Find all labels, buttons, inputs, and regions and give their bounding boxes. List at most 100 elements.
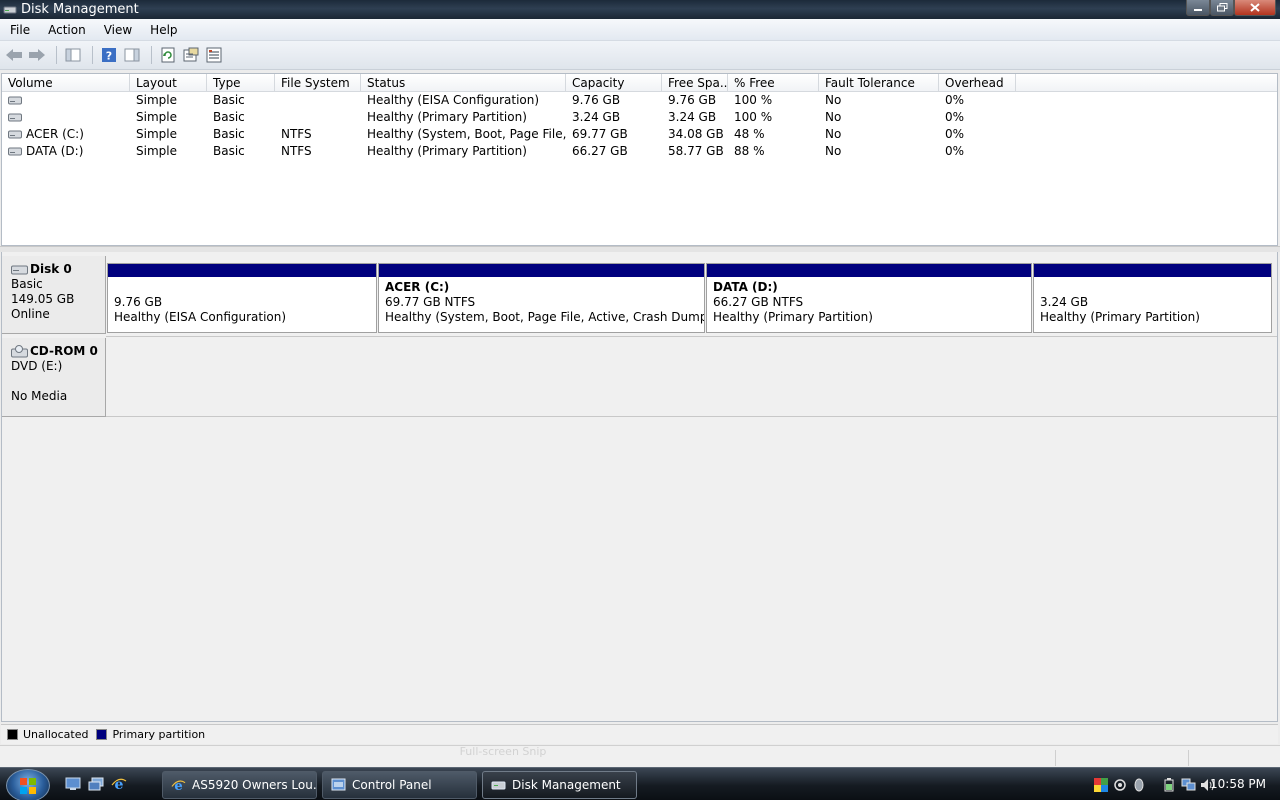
capacity-cell: 3.24 GB: [572, 110, 621, 124]
menu-help[interactable]: Help: [140, 23, 185, 37]
partition-bar: [379, 264, 704, 277]
column-header-capacity[interactable]: Capacity: [566, 74, 662, 91]
title-bar: Disk Management: [0, 0, 1280, 19]
column-header-volume[interactable]: Volume: [2, 74, 130, 91]
drive-icon: [8, 147, 22, 156]
taskbar-item-control-panel[interactable]: Control Panel: [322, 771, 477, 799]
refresh-icon: [161, 47, 175, 63]
partition-bar: [108, 264, 376, 277]
free-space-cell: 34.08 GB: [668, 127, 724, 141]
refresh-button[interactable]: [158, 45, 178, 65]
fault-tolerance-cell: No: [825, 144, 842, 158]
window-title: Disk Management: [21, 2, 139, 17]
capacity-cell: 9.76 GB: [572, 93, 621, 107]
rescan-disks-button[interactable]: [204, 45, 224, 65]
partition-eisa[interactable]: 9.76 GB Healthy (EISA Configuration): [107, 263, 377, 333]
layout-cell: Simple: [136, 127, 177, 141]
capacity-cell: 69.77 GB: [572, 127, 628, 141]
partition-data-d[interactable]: DATA (D:) 66.27 GB NTFS Healthy (Primary…: [706, 263, 1032, 333]
column-header-percent-free[interactable]: % Free: [728, 74, 819, 91]
taskbar-item-ie[interactable]: e AS5920 Owners Lou...: [162, 771, 317, 799]
minimize-button[interactable]: [1186, 0, 1210, 16]
start-button[interactable]: [6, 769, 50, 800]
toolbar-separator: [92, 46, 93, 64]
menu-view[interactable]: View: [94, 23, 140, 37]
quicklaunch-internet-explorer[interactable]: e: [110, 776, 128, 792]
column-header-file-system[interactable]: File System: [275, 74, 361, 91]
capacity-cell: 66.27 GB: [572, 144, 628, 158]
type-cell: Basic: [213, 127, 245, 141]
menu-file[interactable]: File: [0, 23, 38, 37]
overhead-cell: 0%: [945, 93, 965, 107]
volume-cell: [2, 92, 130, 109]
restore-button[interactable]: [1210, 0, 1234, 16]
layout-cell: Simple: [136, 144, 177, 158]
partition-info: 3.24 GB Healthy (Primary Partition): [1034, 277, 1271, 325]
drive-icon: [8, 113, 22, 122]
disk-label-cd-rom-0[interactable]: CD-ROM 0 DVD (E:) No Media: [2, 338, 106, 417]
volume-cell: DATA (D:): [2, 143, 130, 160]
status-cell: Healthy (Primary Partition): [367, 144, 527, 158]
disk-size: 149.05 GB: [11, 292, 75, 306]
table-row[interactable]: DATA (D:) Simple Basic NTFS Healthy (Pri…: [2, 143, 1277, 160]
quicklaunch-switch-windows[interactable]: [87, 776, 105, 792]
show-hide-console-tree-button[interactable]: [63, 45, 83, 65]
hard-disk-icon: [11, 265, 28, 275]
console-tree-icon: [65, 48, 81, 62]
minimize-icon: [1194, 8, 1202, 11]
color-squares-icon[interactable]: [1093, 777, 1109, 793]
fault-tolerance-cell: No: [825, 93, 842, 107]
internet-explorer-icon: e: [111, 777, 127, 792]
partition-primary[interactable]: 3.24 GB Healthy (Primary Partition): [1033, 263, 1272, 333]
column-header-type[interactable]: Type: [207, 74, 275, 91]
status-bar: Full-screen Snip: [0, 745, 1280, 767]
quicklaunch-show-desktop[interactable]: [64, 776, 82, 792]
disk-name-line: Disk 0: [11, 262, 105, 277]
menu-action[interactable]: Action: [38, 23, 94, 37]
legend-label-unallocated: Unallocated: [23, 728, 89, 741]
toolbar-separator: [56, 46, 57, 64]
properties-button[interactable]: [181, 45, 201, 65]
taskbar-item-disk-management[interactable]: Disk Management: [482, 771, 637, 799]
file-system-cell: NTFS: [281, 144, 312, 158]
disk-row-cd-rom-0: CD-ROM 0 DVD (E:) No Media: [2, 338, 1279, 418]
volume-cell: ACER (C:): [2, 126, 130, 143]
taskbar-item-label: AS5920 Owners Lou...: [192, 778, 317, 792]
partition-acer-c[interactable]: ACER (C:) 69.77 GB NTFS Healthy (System,…: [378, 263, 705, 333]
column-header-fault-tolerance[interactable]: Fault Tolerance: [819, 74, 939, 91]
back-arrow-icon: [6, 49, 22, 61]
battery-icon[interactable]: [1161, 777, 1177, 793]
back-button[interactable]: [4, 45, 24, 65]
drive-icon: [8, 96, 22, 105]
table-row[interactable]: ACER (C:) Simple Basic NTFS Healthy (Sys…: [2, 126, 1277, 143]
table-row[interactable]: Simple Basic Healthy (Primary Partition)…: [2, 109, 1277, 126]
clock[interactable]: 10:58 PM: [1210, 777, 1266, 791]
help-button[interactable]: ?: [99, 45, 119, 65]
volume-cell: [2, 109, 130, 126]
partition-status: Healthy (Primary Partition): [1040, 310, 1200, 324]
disk-label-disk-0[interactable]: Disk 0 Basic 149.05 GB Online: [2, 256, 106, 334]
close-button[interactable]: [1234, 0, 1276, 16]
disk-type: Basic: [11, 277, 43, 291]
column-header-overhead[interactable]: Overhead: [939, 74, 1016, 91]
power-plug-icon[interactable]: [1131, 777, 1147, 793]
forward-button[interactable]: [27, 45, 47, 65]
status-cell: Healthy (EISA Configuration): [367, 93, 540, 107]
legend-swatch-unallocated: [7, 729, 18, 740]
help-icon: ?: [102, 48, 116, 63]
partition-name: [114, 280, 376, 295]
column-header-status[interactable]: Status: [361, 74, 566, 91]
fault-tolerance-cell: No: [825, 110, 842, 124]
network-icon[interactable]: [1180, 777, 1196, 793]
restore-icon: [1216, 3, 1227, 12]
column-header-free-space[interactable]: Free Spa...: [662, 74, 728, 91]
column-header-layout[interactable]: Layout: [130, 74, 207, 91]
disk-graphical-view: Disk 0 Basic 149.05 GB Online 9.76 GB He…: [1, 252, 1278, 722]
table-row[interactable]: Simple Basic Healthy (EISA Configuration…: [2, 92, 1277, 109]
network-tool-icon[interactable]: [1112, 777, 1128, 793]
show-hide-action-pane-button[interactable]: [122, 45, 142, 65]
type-cell: Basic: [213, 110, 245, 124]
taskbar: e e AS5920 Owners Lou... Control Panel D…: [0, 767, 1280, 800]
fault-tolerance-cell: No: [825, 127, 842, 141]
windows-logo-icon: [20, 777, 36, 794]
